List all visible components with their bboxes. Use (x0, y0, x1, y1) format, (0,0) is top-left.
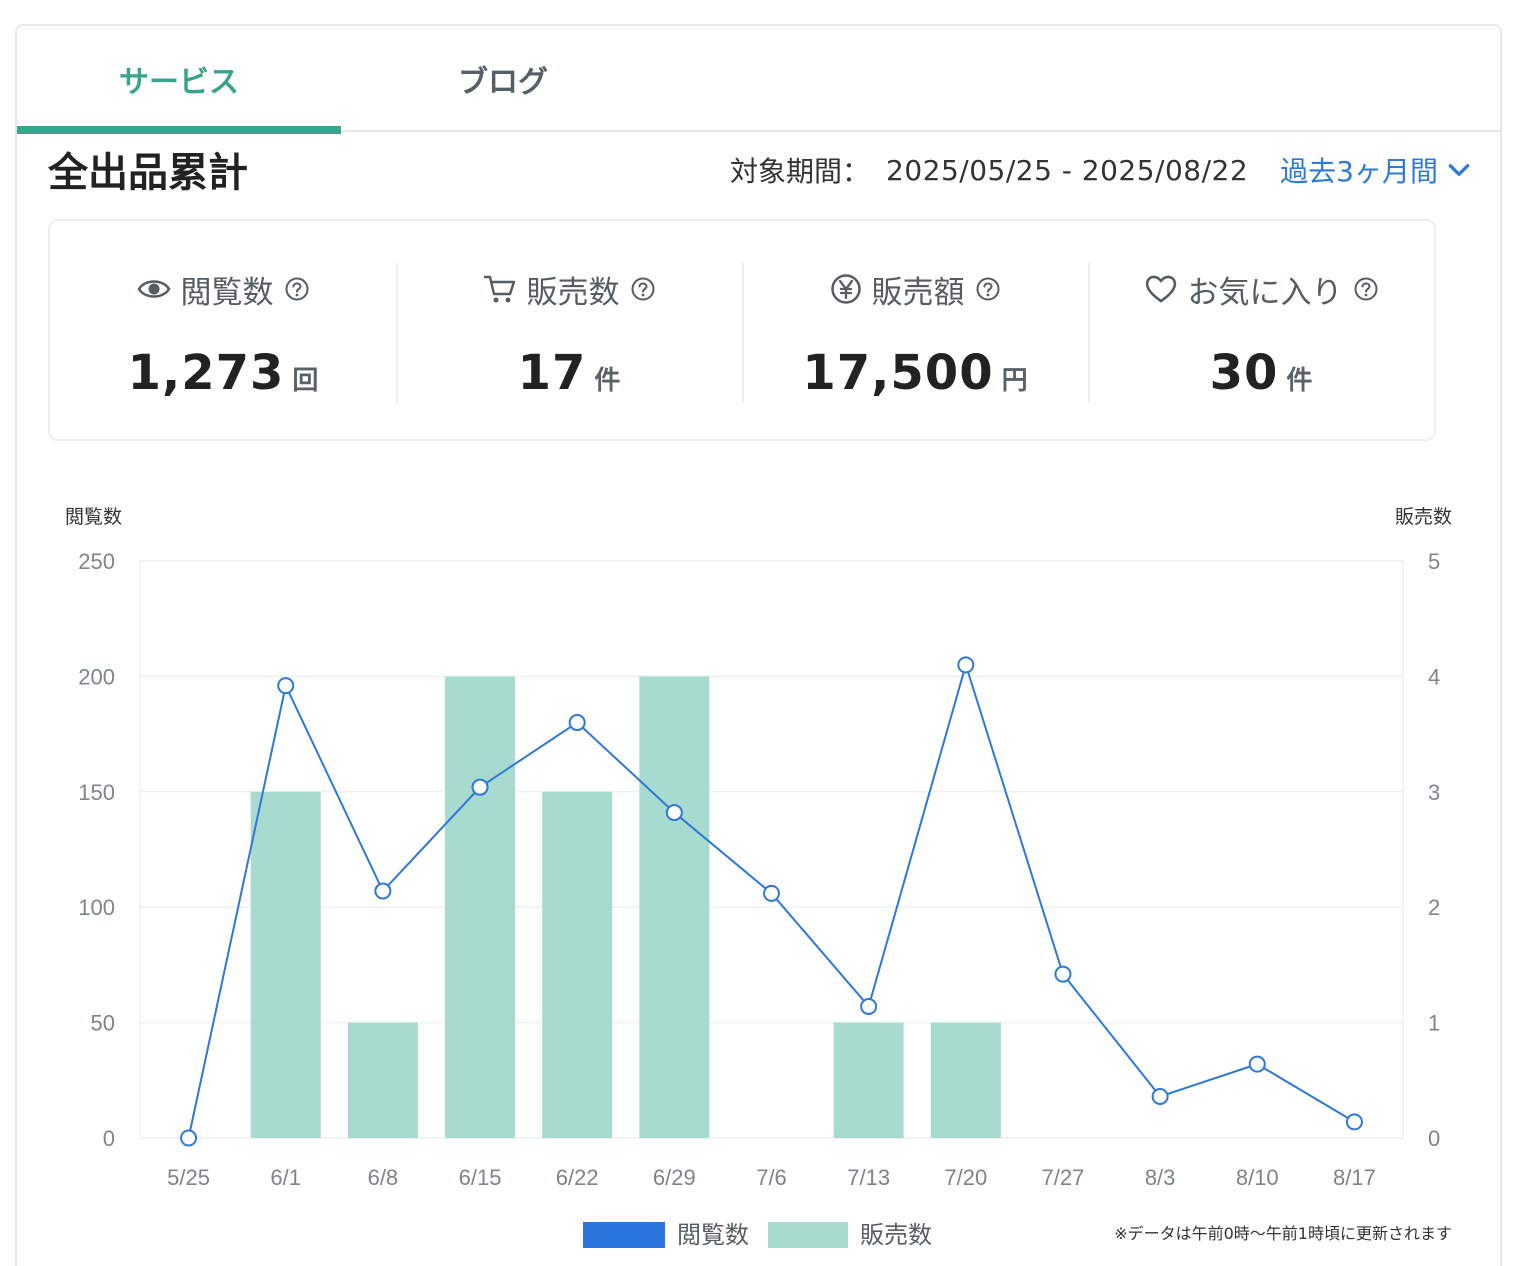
y-tick-left: 150 (78, 780, 115, 805)
sales-bar (445, 676, 516, 1138)
update-footnote: ※データは午前0時〜午前1時頃に更新されます (1114, 1224, 1452, 1243)
sales-bar (347, 1022, 418, 1138)
x-tick-label: 6/29 (653, 1165, 696, 1190)
views-point (568, 714, 586, 732)
plot-border (139, 560, 1404, 1139)
x-tick-label: 6/15 (459, 1165, 502, 1190)
views-point (763, 884, 780, 902)
views-point (1054, 965, 1072, 983)
views-point (665, 804, 683, 822)
x-tick-label: 6/8 (368, 1165, 399, 1190)
y-tick-right: 3 (1428, 780, 1440, 805)
views-point (957, 656, 975, 674)
views-point (1151, 1087, 1169, 1105)
y-axis-title-left: 閲覧数 (65, 506, 122, 528)
y-tick-left: 50 (91, 1011, 115, 1036)
y-tick-right: 4 (1428, 664, 1440, 689)
views-point (277, 677, 295, 695)
sales-bar (930, 1022, 1001, 1138)
sales-bar (833, 1022, 904, 1138)
x-tick-label: 7/13 (847, 1165, 890, 1190)
x-tick-label: 5/25 (167, 1165, 210, 1190)
legend-label-sales: 販売数 (860, 1221, 932, 1249)
x-tick-label: 8/10 (1236, 1165, 1279, 1190)
y-axis-title-right: 販売数 (1395, 506, 1452, 528)
x-tick-label: 7/20 (944, 1165, 987, 1190)
y-tick-right: 0 (1428, 1126, 1440, 1151)
x-tick-label: 7/27 (1042, 1165, 1085, 1190)
views-point (471, 778, 489, 796)
views-sales-chart: 050100150200250012345閲覧数 販売数5/25 6/1 6/8 6/1… (65, 506, 1452, 1249)
x-tick-label: 6/1 (270, 1165, 301, 1190)
x-tick-label: 8/17 (1333, 1165, 1376, 1190)
x-tick-label: 7/6 (756, 1165, 787, 1190)
y-tick-left: 0 (103, 1126, 115, 1151)
y-tick-left: 200 (78, 664, 115, 689)
legend-swatch-views (583, 1222, 665, 1248)
views-point (1345, 1113, 1363, 1131)
y-tick-right: 1 (1428, 1011, 1440, 1036)
legend-swatch-sales (768, 1222, 848, 1248)
x-tick-label: 6/22 (556, 1165, 599, 1190)
x-tick-label: 8/3 (1145, 1165, 1176, 1190)
sales-bar (542, 791, 613, 1138)
sales-bar (639, 676, 710, 1138)
y-tick-left: 250 (78, 549, 115, 574)
legend-label-views: 閲覧数 (677, 1221, 749, 1249)
views-point (1248, 1055, 1266, 1073)
views-point (180, 1129, 198, 1147)
y-tick-right: 2 (1428, 895, 1440, 920)
views-point (860, 997, 878, 1015)
sales-bar (250, 791, 321, 1138)
y-tick-right: 5 (1428, 549, 1440, 574)
y-tick-left: 100 (78, 895, 115, 920)
views-point (374, 882, 392, 900)
